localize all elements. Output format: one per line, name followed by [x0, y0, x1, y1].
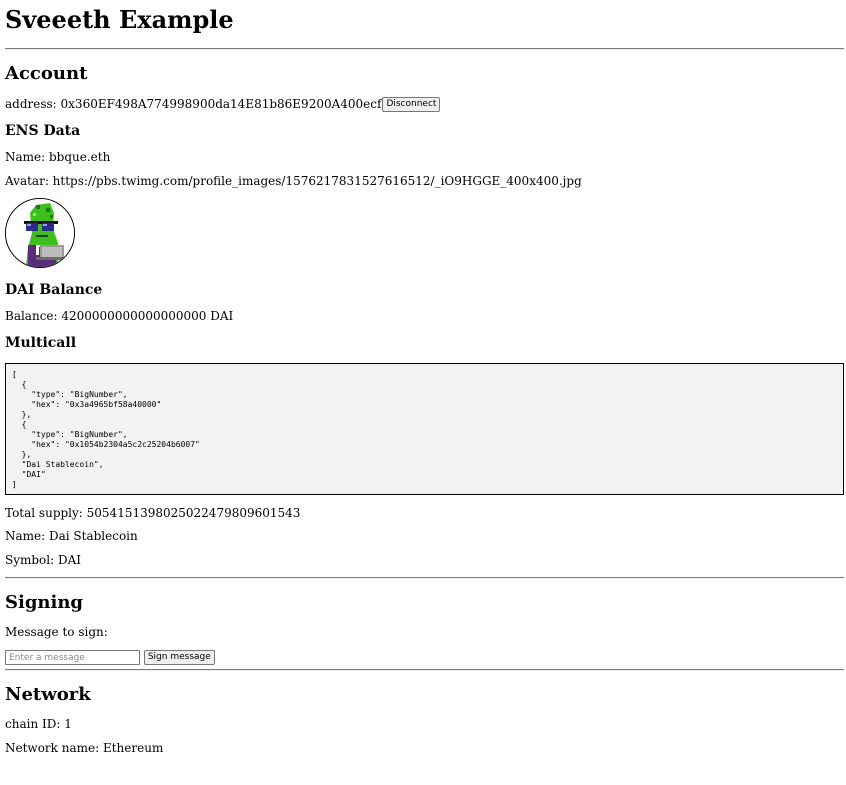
divider [5, 48, 844, 50]
avatar [5, 198, 75, 268]
disconnect-button[interactable]: Disconnect [382, 97, 441, 112]
multicall-json: [ { "type": "BigNumber", "hex": "0x3a496… [5, 363, 844, 495]
total-supply: Total supply: 50541513980250224798096015… [5, 506, 301, 520]
chain-id: chain ID: 1 [5, 717, 72, 731]
address-label: address: [5, 97, 61, 111]
signing-heading: Signing [5, 592, 84, 613]
token-name: Name: Dai Stablecoin [5, 529, 138, 543]
dai-balance: Balance: 4200000000000000000 DAI [5, 309, 234, 323]
address-value: 0x360EF498A774998900da14E81b86E9200A400e… [60, 97, 382, 111]
ens-name: Name: bbque.eth [5, 150, 111, 164]
message-input[interactable] [5, 650, 140, 665]
multicall-heading: Multicall [5, 335, 77, 351]
network-name: Network name: Ethereum [5, 741, 164, 755]
sign-form: Sign message [5, 649, 215, 665]
divider [5, 669, 844, 671]
divider [5, 577, 844, 579]
account-heading: Account [5, 63, 88, 84]
ens-heading: ENS Data [5, 123, 81, 139]
address-line: address: 0x360EF498A774998900da14E81b86E… [5, 96, 441, 112]
pickle-avatar-icon [6, 199, 74, 267]
dai-heading: DAI Balance [5, 282, 103, 298]
ens-avatar-url: Avatar: https://pbs.twimg.com/profile_im… [5, 174, 582, 188]
sign-message-button[interactable]: Sign message [143, 650, 215, 665]
token-symbol: Symbol: DAI [5, 553, 82, 567]
message-label: Message to sign: [5, 625, 108, 639]
page-title: Sveeeth Example [5, 5, 234, 34]
network-heading: Network [5, 684, 91, 705]
